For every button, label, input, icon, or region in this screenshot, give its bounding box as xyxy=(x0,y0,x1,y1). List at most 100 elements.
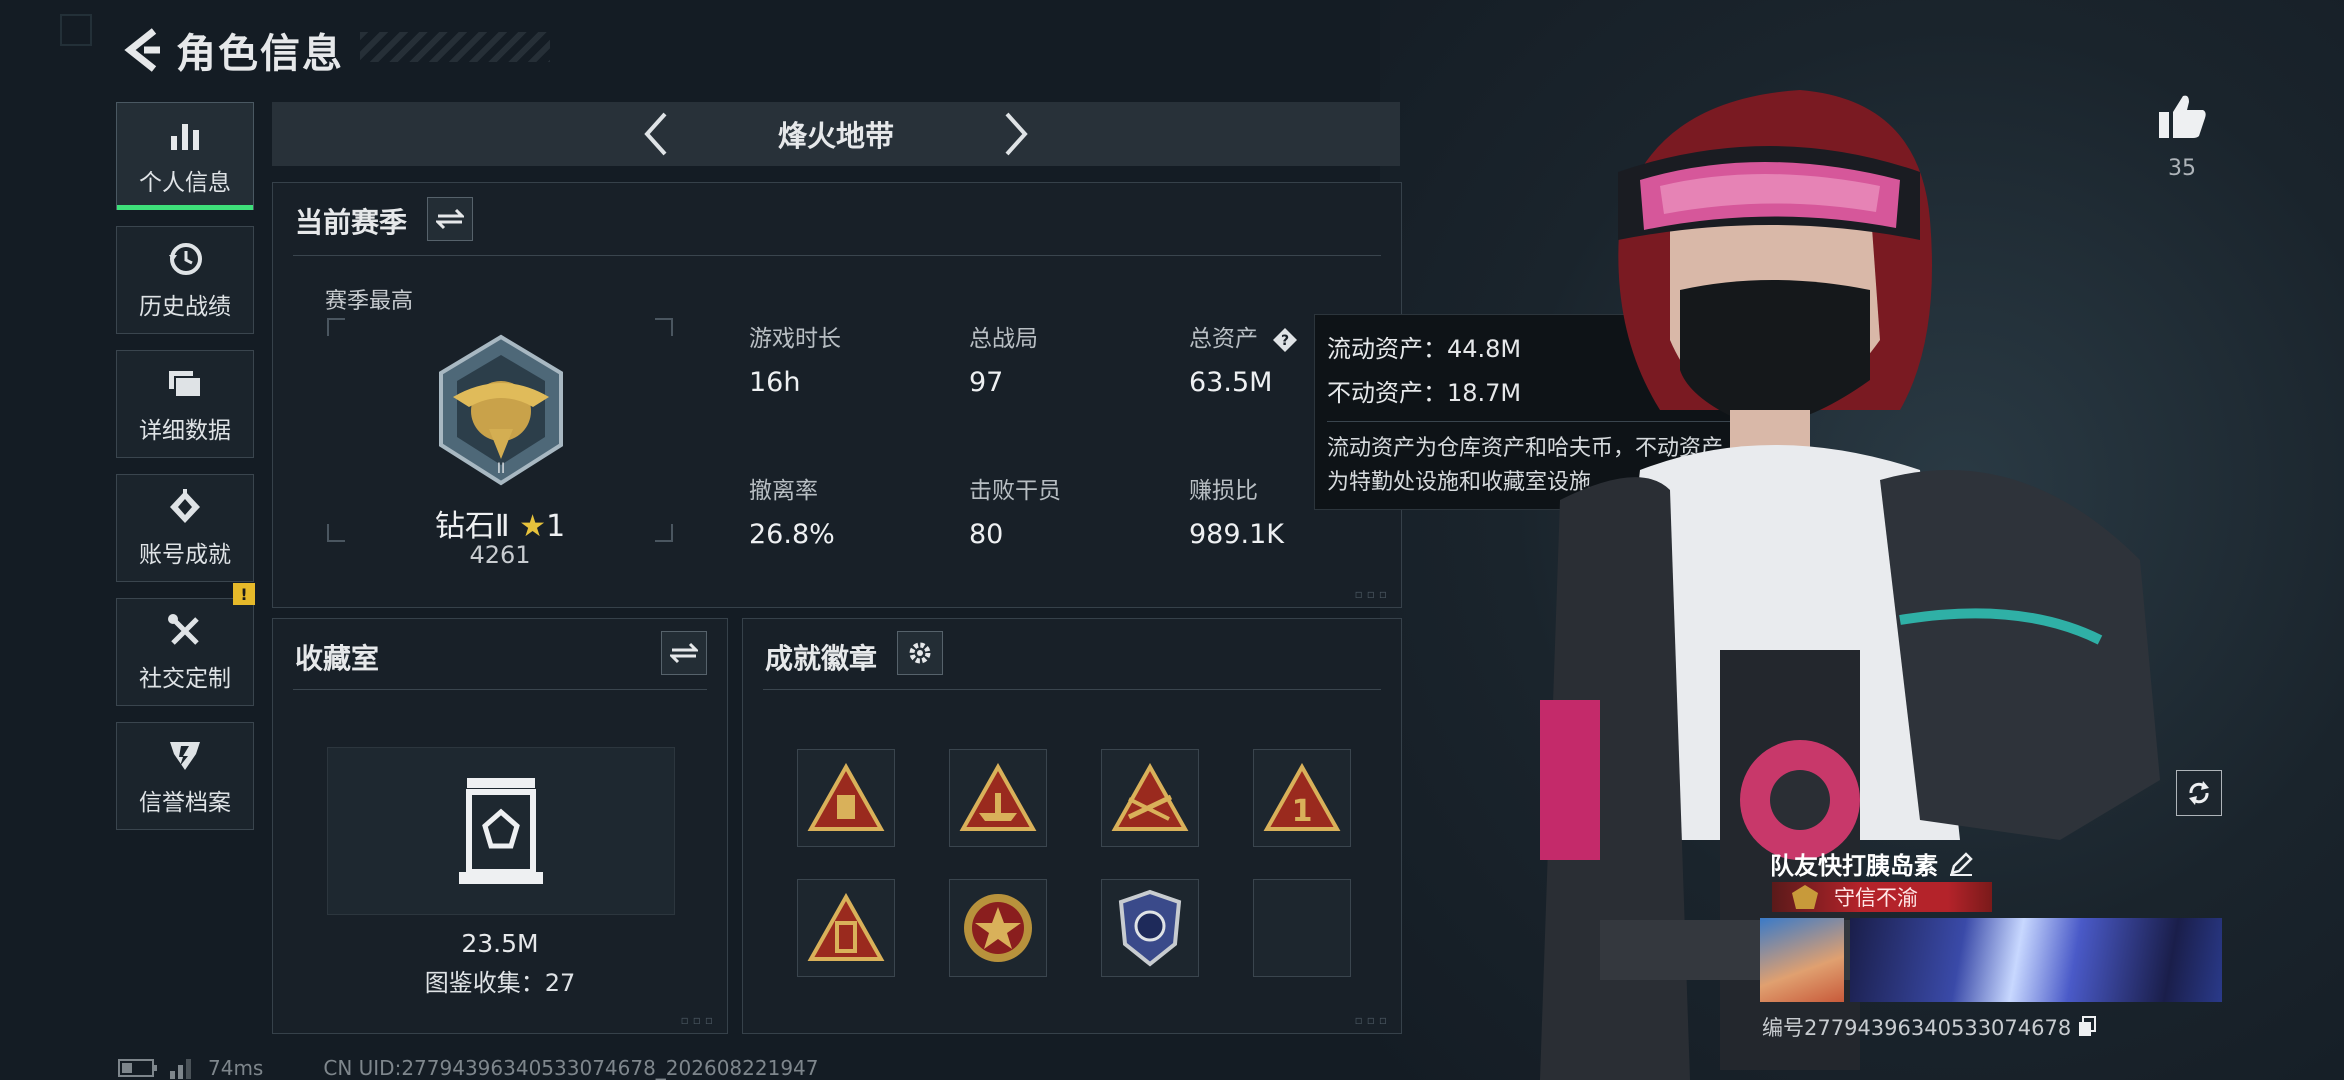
badge-slot-7[interactable] xyxy=(1101,879,1199,977)
rotate-model-button[interactable] xyxy=(2176,770,2222,816)
corner-marks: ▫▫▫ xyxy=(1354,587,1391,601)
signal-icon xyxy=(170,1059,191,1079)
badge-slot-2[interactable] xyxy=(949,749,1047,847)
stat-profit-loss-ratio: 赚损比 989.1K xyxy=(1189,478,1285,550)
sidebar-item-details[interactable]: 详细数据 xyxy=(116,350,254,458)
collection-vault-icon xyxy=(459,778,543,884)
swap-icon xyxy=(670,642,698,664)
season-best-label: 赛季最高 xyxy=(325,289,414,314)
title-tag-text: 守信不渝 xyxy=(1834,886,1918,910)
sidebar-item-label: 信誉档案 xyxy=(139,790,231,816)
sidebar-item-label: 历史战绩 xyxy=(139,294,231,320)
swap-icon xyxy=(436,208,464,230)
rank-stars: 1 xyxy=(546,509,566,544)
bar-chart-icon xyxy=(165,115,205,155)
stat-total-assets: 总资产 ? 63.5M xyxy=(1189,319,1298,398)
avatar xyxy=(1760,918,1844,1002)
star-icon: ★ xyxy=(519,509,547,544)
collection-panel: 收藏室 23.5M 图鉴收集：27 ▫▫▫ xyxy=(272,618,728,1034)
mode-prev-button[interactable] xyxy=(626,104,686,164)
svg-text:II: II xyxy=(497,461,505,477)
triangle-supply-badge-icon xyxy=(807,763,885,831)
sidebar-item-reputation[interactable]: 信誉档案 xyxy=(116,722,254,830)
reputation-icon xyxy=(165,735,205,775)
star-medal-badge-icon xyxy=(964,894,1032,962)
badge-slot-5[interactable] xyxy=(797,879,895,977)
sidebar-item-label: 社交定制 xyxy=(139,666,231,692)
title-emblem-icon xyxy=(1792,885,1818,909)
like-area: 35 xyxy=(2150,92,2214,181)
copy-icon[interactable] xyxy=(2077,1016,2097,1038)
badge-slot-8-empty[interactable] xyxy=(1253,879,1351,977)
achievements-settings-button[interactable] xyxy=(897,631,943,675)
tools-icon xyxy=(165,611,205,651)
rank-row: 钻石Ⅱ ★1 xyxy=(273,501,727,545)
player-name: 队友快打胰岛素 xyxy=(1770,846,1974,881)
sidebar-item-history[interactable]: 历史战绩 xyxy=(116,226,254,334)
sidebar-item-achievements[interactable]: 账号成就 xyxy=(116,474,254,582)
triangle-ship-badge-icon xyxy=(959,763,1037,831)
mode-next-button[interactable] xyxy=(986,104,1046,164)
sidebar-item-label: 详细数据 xyxy=(139,418,231,444)
police-shield-badge-icon xyxy=(1118,889,1182,967)
achievements-panel: 成就徽章 1 ▫▫▫ xyxy=(742,618,1402,1034)
like-count: 35 xyxy=(2168,156,2196,181)
gear-icon xyxy=(909,642,931,664)
badge-slot-1[interactable] xyxy=(797,749,895,847)
triangle-tower-badge-icon xyxy=(807,893,885,961)
player-id: 编号2779439634053307467​8 xyxy=(1762,1012,2097,1042)
player-title-tag: 守信不渝 xyxy=(1772,882,1992,912)
season-panel: 当前赛季 赛季最高 II 钻石Ⅱ ★1 4261 游戏时长 16h 总战局 97 总… xyxy=(272,182,1402,608)
alert-badge: ! xyxy=(233,583,255,605)
season-title: 当前赛季 xyxy=(295,206,408,239)
player-card-strip[interactable] xyxy=(1760,918,2222,1002)
sidebar-item-label: 个人信息 xyxy=(139,170,231,196)
history-clock-icon xyxy=(165,239,205,279)
title-decoration xyxy=(360,32,550,62)
collection-switch-button[interactable] xyxy=(661,631,707,675)
achievement-icon xyxy=(165,487,205,527)
badge-slot-3[interactable] xyxy=(1101,749,1199,847)
sidebar-item-personal-info[interactable]: 个人信息 xyxy=(116,102,254,210)
achievements-title: 成就徽章 xyxy=(765,642,878,675)
collection-preview[interactable] xyxy=(327,747,675,915)
sidebar-item-social[interactable]: ! 社交定制 xyxy=(116,583,255,706)
help-icon[interactable]: ? xyxy=(1273,327,1298,352)
mode-title: 烽火地带 xyxy=(777,119,894,153)
collection-title: 收藏室 xyxy=(295,642,380,675)
season-switch-button[interactable] xyxy=(427,197,473,241)
chevron-right-icon xyxy=(1005,112,1028,156)
svg-text:1: 1 xyxy=(1292,794,1313,829)
stat-play-time: 游戏时长 16h xyxy=(749,326,841,398)
folder-icon xyxy=(165,363,205,403)
page-title: 角色信息 xyxy=(176,31,344,77)
diamond-rank-emblem-icon: II xyxy=(439,334,563,486)
svg-text:?: ? xyxy=(1281,333,1289,349)
triangle-weapon-badge-icon xyxy=(1111,763,1189,831)
corner-decoration xyxy=(60,14,92,46)
corner-marks: ▫▫▫ xyxy=(680,1013,717,1027)
back-button[interactable] xyxy=(118,24,166,76)
edit-pencil-icon[interactable] xyxy=(1948,851,1974,877)
thumbs-up-icon[interactable] xyxy=(2157,92,2207,140)
stat-total-matches: 总战局 97 xyxy=(969,326,1038,398)
uid-text: CN UID:27794396340533074678_202608221947 xyxy=(323,1056,819,1080)
back-arrow-icon xyxy=(124,28,160,72)
status-footer: 74ms CN UID:27794396340533074678_2026082… xyxy=(118,1056,819,1080)
collection-value: 23.5M xyxy=(461,929,539,958)
badge-slot-6[interactable] xyxy=(949,879,1047,977)
name-card-banner xyxy=(1850,918,2222,1002)
sidebar: 个人信息 历史战绩 详细数据 账号成就 ! 社交定制 信誉档案 xyxy=(116,102,255,846)
battery-icon xyxy=(118,1059,157,1077)
corner-marks: ▫▫▫ xyxy=(1354,1013,1391,1027)
rank-name: 钻石Ⅱ xyxy=(434,509,510,544)
rotate-icon xyxy=(2189,781,2209,805)
stat-extraction-rate: 撤离率 26.8% xyxy=(749,478,835,550)
sidebar-item-label: 账号成就 xyxy=(139,542,231,568)
badge-slot-4[interactable]: 1 xyxy=(1253,749,1351,847)
triangle-first-badge-icon: 1 xyxy=(1263,763,1341,831)
ping-value: 74ms xyxy=(208,1056,264,1080)
page-header: 角色信息 xyxy=(118,22,344,78)
collection-catalog: 图鉴收集：27 xyxy=(424,969,576,997)
mode-selector: 烽火地带 xyxy=(272,102,1400,166)
